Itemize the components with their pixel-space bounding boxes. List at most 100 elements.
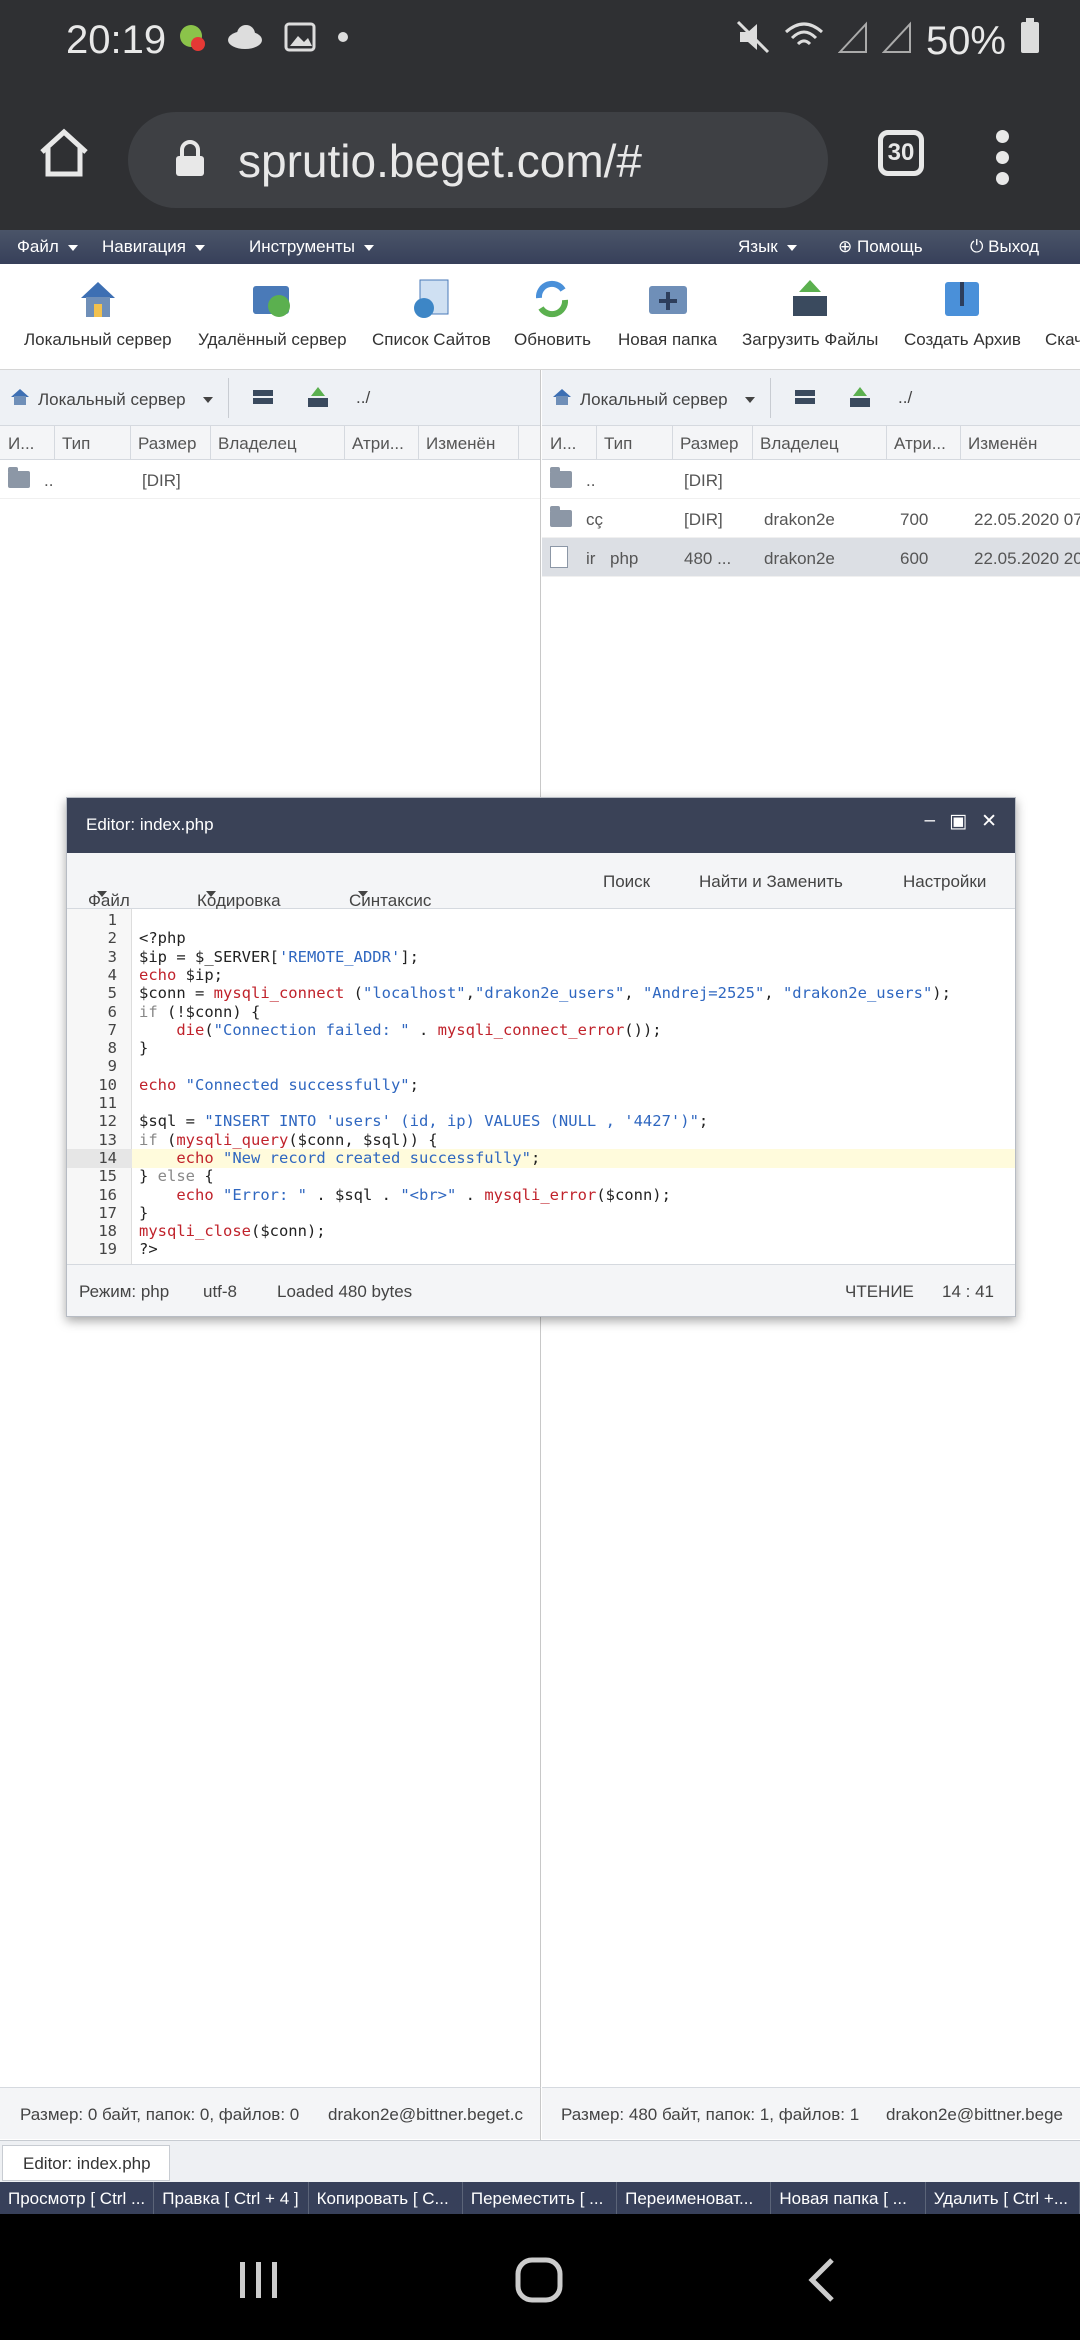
table-row[interactable]: .. [DIR] [0,460,540,499]
upload-icon[interactable] [848,386,872,413]
line-number: 19 [98,1240,117,1259]
code-line[interactable]: 2 <?php [67,929,1015,948]
tab-switcher-button[interactable]: 30 [878,130,924,176]
code-text: if (!$conn) { [139,1002,261,1021]
menu-file[interactable]: Файл [17,237,78,257]
code-line[interactable]: 19 ?> [67,1240,1015,1259]
local-server-button[interactable]: Локальный сервер [24,278,172,350]
code-text: $ip = $_SERVER['REMOTE_ADDR']; [139,947,419,966]
house-icon [77,278,119,320]
url-text[interactable]: sprutio.beget.com/# [238,134,642,188]
editor-menu: Файл Кодировка Синтаксис Поиск Найти и З… [67,853,1015,910]
line-number: 8 [107,1039,117,1058]
code-line[interactable]: 16 echo "Error: " . $sql . "<br>" . mysq… [67,1186,1015,1205]
code-line[interactable]: 6 if (!$conn) { [67,1003,1015,1022]
line-number: 9 [107,1057,117,1076]
code-line[interactable]: 12 $sql = "INSERT INTO 'users' (id, ip) V… [67,1112,1015,1131]
help-icon: ⊕ [838,237,857,256]
line-number: 1 [107,911,117,929]
server-icon[interactable] [794,388,816,411]
code-line[interactable]: 4 echo $ip; [67,966,1015,985]
signal-icon-2 [881,19,912,64]
menu-help[interactable]: ⊕ Помощь [838,237,923,257]
remote-server-button[interactable]: Удалённый сервер [198,278,347,350]
house-icon [552,388,572,411]
close-icon[interactable]: ✕ [981,810,997,833]
editor-window: Editor: index.php – ▣ ✕ Файл Кодировка С… [66,797,1016,1317]
code-text: ?> [139,1240,158,1259]
android-navigation-bar [0,2214,1080,2340]
minimize-icon[interactable]: – [925,810,936,833]
taskbar-tab-editor[interactable]: Editor: index.php [2,2145,170,2181]
left-server-select[interactable]: Локальный сервер [10,388,213,411]
maximize-icon[interactable]: ▣ [949,810,967,833]
home-nav-icon[interactable] [514,2256,564,2309]
code-line[interactable]: 7 die("Connection failed: " . mysqli_con… [67,1021,1015,1040]
editor-titlebar[interactable]: Editor: index.php – ▣ ✕ [67,798,1015,853]
code-line[interactable]: 8} [67,1039,1015,1058]
code-area[interactable]: 1 2 <?php 3 $ip = $_SERVER['REMOTE_ADDR']; 4 e… [67,909,1015,1264]
right-server-select[interactable]: Локальный сервер [552,388,755,411]
fkey-edit[interactable]: Правка [ Ctrl + 4 ] [154,2182,309,2214]
function-keys-bar: Просмотр [ Ctrl ... Правка [ Ctrl + 4 ] … [0,2182,1080,2214]
lock-icon [174,140,206,183]
sites-list-icon [410,278,452,320]
search-button[interactable]: Поиск [603,872,650,892]
code-line[interactable]: 14 echo "New record created successfully… [67,1148,1015,1168]
android-icon [176,22,206,57]
code-text: } else { [139,1167,214,1186]
code-text: echo "Error: " . $sql . "<br>" . mysqli_… [176,1185,671,1204]
refresh-button[interactable]: Обновить [514,278,591,350]
editor-statusbar: Режим: php utf-8 Loaded 480 bytes ЧТЕНИЕ… [67,1264,1015,1316]
code-line[interactable]: 3 $ip = $_SERVER['REMOTE_ADDR']; [67,948,1015,967]
code-text: } [139,1203,149,1222]
address-bar[interactable]: sprutio.beget.com/# [128,112,828,208]
line-number: 15 [98,1167,117,1186]
fkey-copy[interactable]: Копировать [ C... [309,2182,463,2214]
code-line[interactable]: 9 [67,1057,1015,1076]
server-icon[interactable] [252,388,274,411]
code-line[interactable]: 15 } else { [67,1167,1015,1186]
line-number: 7 [107,1020,117,1039]
code-text: } [139,1039,149,1058]
menu-navigation[interactable]: Навигация [102,237,205,257]
code-line[interactable]: 11 [67,1094,1015,1113]
recent-apps-icon[interactable] [236,2258,282,2307]
menu-language[interactable]: Язык [738,237,797,257]
home-icon[interactable] [36,126,92,185]
code-line[interactable]: 1 [67,911,1015,930]
fkey-rename[interactable]: Переименоват... [617,2182,772,2214]
fkey-new-folder[interactable]: Новая папка [ ... [771,2182,926,2214]
sites-list-button[interactable]: Список Сайтов [372,278,491,350]
table-row[interactable]: ir php 480 ... drakon2e 600 22.05.2020 2… [542,538,1080,577]
download-button[interactable]: Скач [1045,278,1080,350]
table-row[interactable]: cç [DIR] drakon2e 700 22.05.2020 07 [542,499,1080,538]
current-path[interactable]: ../ [356,388,370,408]
find-replace-button[interactable]: Найти и Заменить [699,872,843,892]
wifi-icon [784,19,824,64]
fkey-view[interactable]: Просмотр [ Ctrl ... [0,2182,155,2214]
menu-tools[interactable]: Инструменты [249,237,375,257]
current-path[interactable]: ../ [898,388,912,408]
refresh-icon [531,278,573,320]
code-line[interactable]: 18 mysqli_close($conn); [67,1222,1015,1241]
settings-button[interactable]: Настройки [903,872,986,892]
code-line[interactable]: 10 echo "Connected successfully"; [67,1076,1015,1095]
fkey-move[interactable]: Переместить [ ... [463,2182,618,2214]
fkey-delete[interactable]: Удалить [ Ctrl +... [926,2182,1080,2214]
code-line[interactable]: 5 $conn = mysqli_connect ("localhost","dr… [67,984,1015,1003]
table-row[interactable]: .. [DIR] [542,460,1080,499]
window-taskbar: Editor: index.php [0,2140,1080,2182]
create-archive-button[interactable]: Создать Архив [904,278,1021,350]
more-options-icon[interactable] [996,130,1012,193]
code-text: echo "Connected successfully"; [139,1075,419,1094]
menu-exit[interactable]: ⏻ Выход [970,237,1039,257]
code-line[interactable]: 13 if (mysqli_query($conn, $sql)) { [67,1131,1015,1150]
code-line[interactable]: 17} [67,1204,1015,1223]
upload-files-button[interactable]: Загрузить Файлы [742,278,878,350]
upload-icon[interactable] [306,386,330,413]
new-folder-button[interactable]: Новая папка [618,278,717,350]
back-icon[interactable] [804,2256,840,2309]
app-menubar: Файл Навигация Инструменты Язык ⊕ Помощь… [0,230,1080,264]
code-text: <?php [139,929,186,948]
